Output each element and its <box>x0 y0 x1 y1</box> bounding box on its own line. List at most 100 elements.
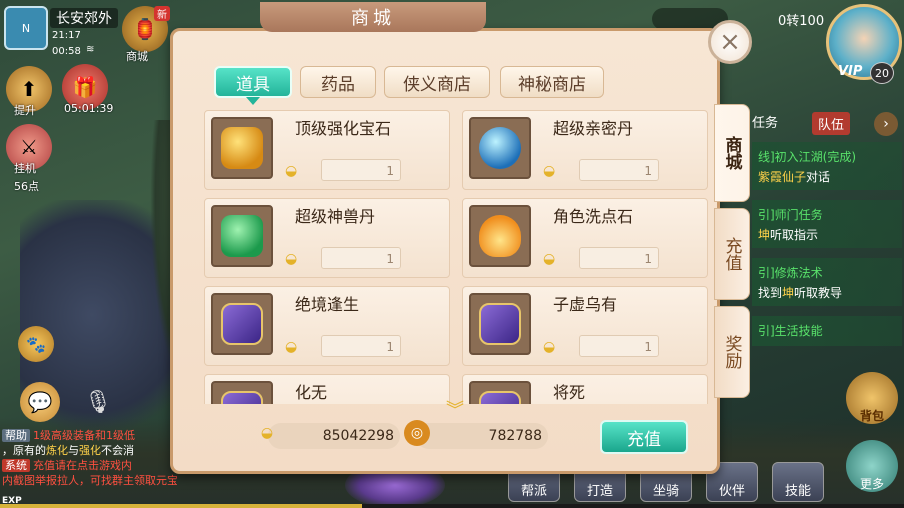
quest-title: 引]生活技能 <box>758 324 823 338</box>
shop-item[interactable]: 子虚乌有 ◒ 1 <box>462 286 708 366</box>
side-tab-label: 充值 <box>721 237 742 271</box>
chat-bubble-icon[interactable]: 💬 <box>20 382 60 422</box>
rebirth-level: 0转100 <box>778 14 825 29</box>
chat-line: 系统 充值请在点击游戏内 <box>2 458 177 473</box>
chat-text: 充值请在点击游戏内 <box>33 459 132 472</box>
shop-item[interactable]: 超级亲密丹 ◒ 1 <box>462 110 708 190</box>
quest-item[interactable]: 引]修炼法术 找到坤听取教导 <box>752 258 902 306</box>
tab-team[interactable]: 队伍 <box>812 112 851 135</box>
exp-label: EXP <box>2 496 22 506</box>
quest-npc: 坤 <box>758 228 771 242</box>
tab-mystery-shop[interactable]: 神秘商店 <box>500 66 604 98</box>
bag-button[interactable]: 背包 <box>846 372 898 424</box>
minimap-button[interactable]: N <box>4 6 48 50</box>
quest-desc: 找到坤听取教导 <box>758 284 842 301</box>
quantity-field[interactable]: 1 <box>321 335 401 357</box>
quantity-field[interactable]: 1 <box>579 159 659 181</box>
balance-bar: 85042298 ◒ 782788 ◎ <box>248 420 548 452</box>
quest-npc: 坤 <box>782 286 795 300</box>
pet-icon[interactable]: 🐾 <box>18 326 54 362</box>
ingot-icon: ◒ <box>260 425 274 441</box>
recharge-button[interactable]: 充值 <box>600 420 688 454</box>
location-name: 长安郊外 <box>50 8 118 28</box>
chat-line: 帮助 1级高级装备和1级低 <box>2 428 177 443</box>
item-name: 绝境逢生 <box>295 295 360 314</box>
chat-log[interactable]: 帮助 1级高级装备和1级低 ，原有的炼化与强化不会消 系统 充值请在点击游戏内 内截… <box>2 428 177 488</box>
gem-icon <box>221 127 263 169</box>
chat-line: ，原有的炼化与强化不会消 <box>2 443 177 458</box>
quantity-field[interactable]: 1 <box>321 159 401 181</box>
shop-item[interactable]: 角色洗点石 ◒ 1 <box>462 198 708 278</box>
quantity-field[interactable]: 1 <box>579 247 659 269</box>
side-tab-recharge[interactable]: 充值 <box>714 208 750 300</box>
chevron-down-icon[interactable]: ︾ <box>446 396 464 422</box>
experience-fill <box>0 504 362 508</box>
wifi-icon: ≋ <box>86 44 95 55</box>
system-channel-tag: 系统 <box>2 459 30 472</box>
chat-text: 不会消 <box>101 444 134 457</box>
item-name: 角色洗点石 <box>553 207 634 226</box>
item-icon-frame <box>211 205 273 267</box>
shop-item[interactable]: 超级神兽丹 ◒ 1 <box>204 198 450 278</box>
book-icon <box>479 391 521 404</box>
item-icon-frame <box>469 117 531 179</box>
item-name: 超级神兽丹 <box>295 207 376 226</box>
item-icon-frame <box>211 381 273 404</box>
chat-text: 1级高级装备和1级低 <box>33 429 135 442</box>
shop-item[interactable]: 化无 <box>204 374 450 404</box>
chat-highlight: 炼化 <box>46 444 68 457</box>
ingot-icon: ◒ <box>285 251 298 267</box>
more-button[interactable]: 更多 <box>846 440 898 492</box>
chevron-right-icon[interactable]: › <box>874 112 898 136</box>
book-icon <box>479 303 521 345</box>
ingot-icon: ◒ <box>543 251 556 267</box>
clock-secondary: 00:58 <box>52 46 81 57</box>
shop-title: 商城 <box>351 8 395 29</box>
microphone-icon[interactable]: 🎙 <box>80 382 116 422</box>
item-grid[interactable]: 顶级强化宝石 ◒ 1 超级亲密丹 ◒ 1 超级神兽丹 ◒ 1 角色洗点石 ◒ 1… <box>204 110 712 404</box>
tab-medicine[interactable]: 药品 <box>300 66 376 98</box>
shop-item[interactable]: 绝境逢生 ◒ 1 <box>204 286 450 366</box>
item-name: 子虚乌有 <box>553 295 618 314</box>
price-row: ◒ 1 <box>285 335 435 359</box>
quest-title: 引]修炼法术 <box>758 266 823 280</box>
new-badge: 新 <box>154 6 170 21</box>
item-icon-frame <box>211 117 273 179</box>
tab-task[interactable]: 任务 <box>752 112 778 131</box>
item-icon-frame <box>469 381 531 404</box>
side-tab-label: 奖励 <box>721 335 742 369</box>
orb-icon <box>479 127 521 169</box>
tab-chivalry-shop[interactable]: 侠义商店 <box>384 66 490 98</box>
quest-desc-text: 听取教导 <box>794 286 843 300</box>
quest-desc: 坤听取指示 <box>758 226 818 243</box>
chat-highlight: 强化 <box>79 444 101 457</box>
quantity-field[interactable]: 1 <box>579 335 659 357</box>
shop-item[interactable]: 将死 <box>462 374 708 404</box>
item-name: 化无 <box>295 383 328 402</box>
price-row: ◒ 1 <box>285 159 435 183</box>
tab-items[interactable]: 道具 <box>214 66 292 98</box>
ingot-icon: ◒ <box>543 163 556 179</box>
vip-level-badge: 20 <box>870 62 894 84</box>
quest-item[interactable]: 引]生活技能 <box>752 316 902 346</box>
clock-primary: 21:17 <box>52 30 81 41</box>
side-tab-mall[interactable]: 商城 <box>714 104 750 202</box>
experience-bar <box>0 504 904 508</box>
chat-text: ，原有的 <box>2 444 46 457</box>
quantity-field[interactable]: 1 <box>321 247 401 269</box>
skill-button[interactable]: 技能 <box>772 462 824 502</box>
ingot-icon: ◒ <box>285 339 298 355</box>
price-row: ◒ 1 <box>543 247 693 271</box>
close-button[interactable]: × <box>708 20 752 64</box>
side-tab-rewards[interactable]: 奖励 <box>714 306 750 398</box>
gift-timer: 05:01:39 <box>64 102 114 115</box>
help-channel-tag: 帮助 <box>2 429 30 442</box>
quest-item[interactable]: 引]师门任务 坤听取指示 <box>752 200 902 248</box>
item-icon-frame <box>469 293 531 355</box>
chat-line: 内截图举报拉人，可找群主领取元宝奖励 <box>2 474 177 487</box>
auto-battle-label: 挂机 <box>14 162 36 175</box>
vip-label: VIP <box>838 64 863 79</box>
item-name: 超级亲密丹 <box>553 119 634 138</box>
quest-item[interactable]: 线]初入江湖(完成) 紫霞仙子对话 <box>752 142 902 190</box>
shop-item[interactable]: 顶级强化宝石 ◒ 1 <box>204 110 450 190</box>
